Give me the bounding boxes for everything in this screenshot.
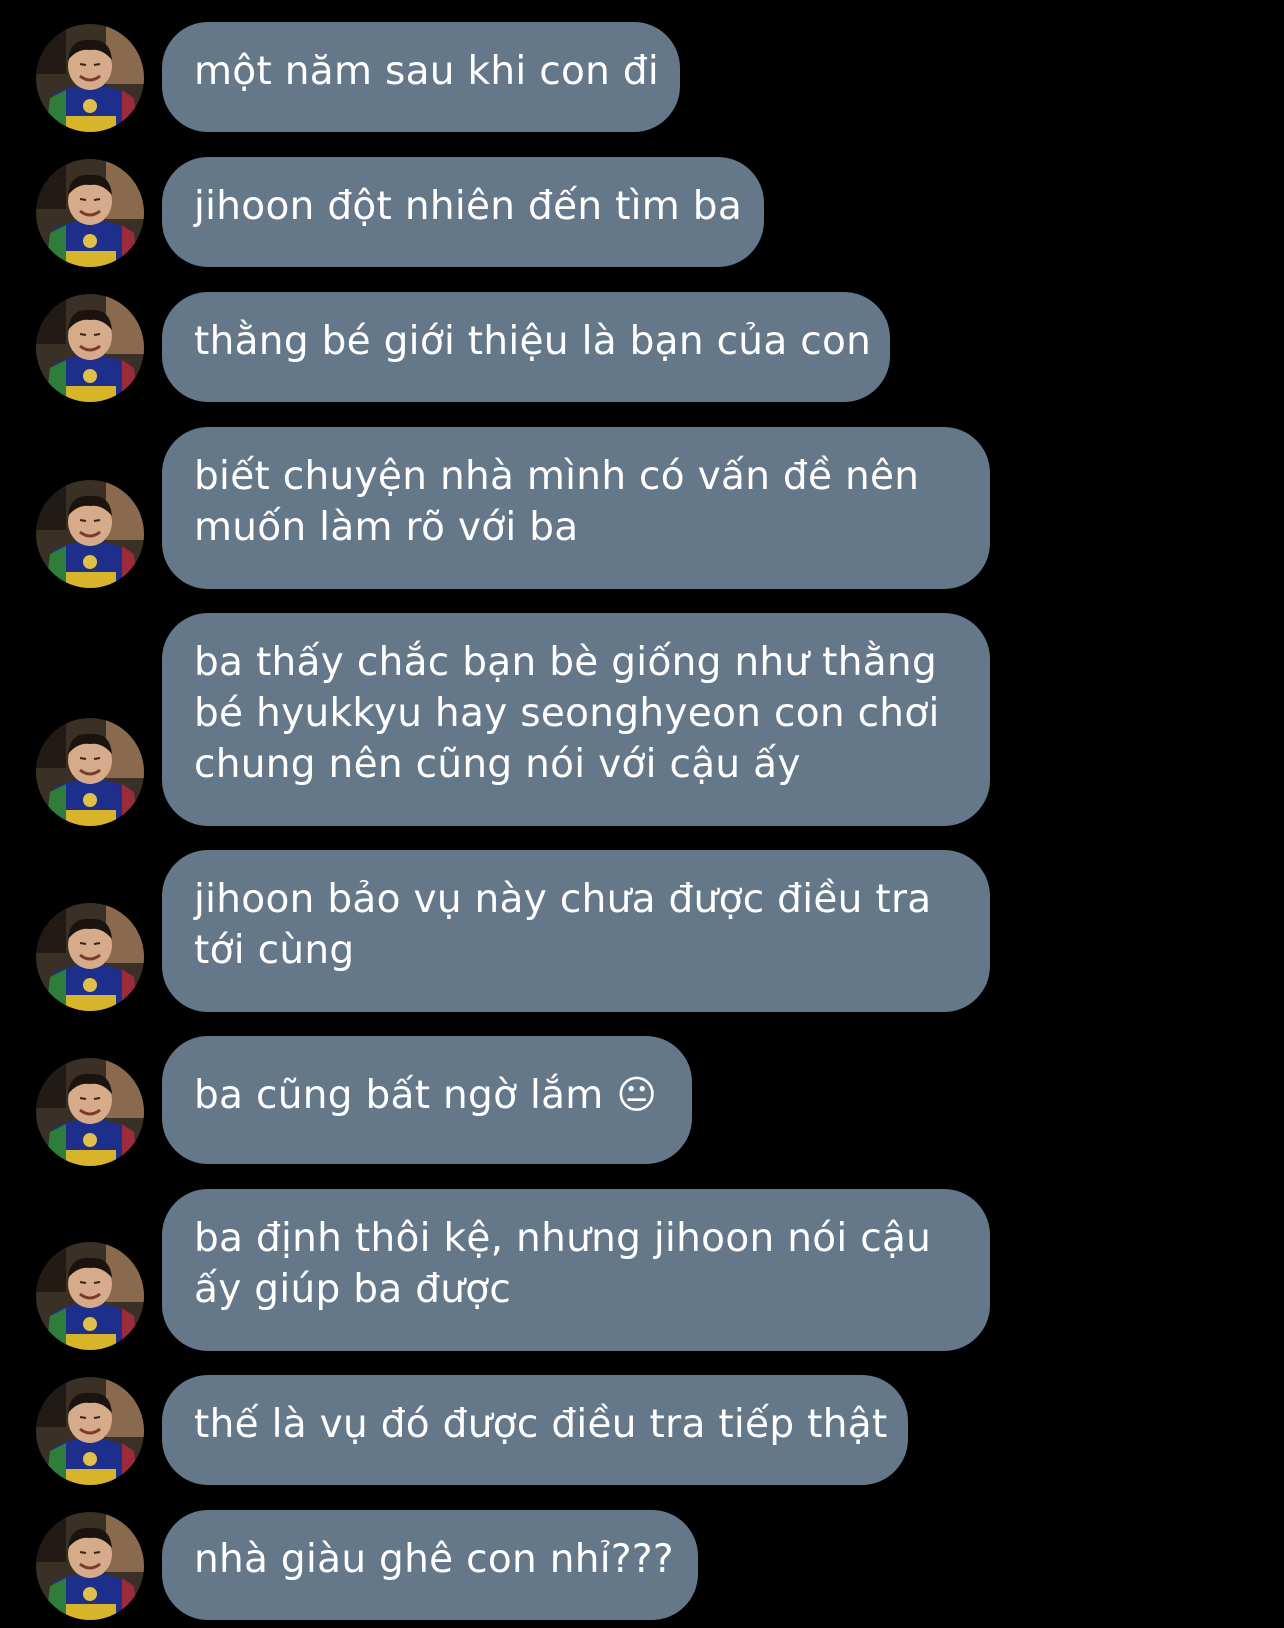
message-text: jihoon đột nhiên đến tìm ba (194, 184, 743, 229)
message-bubble[interactable]: ba định thôi kệ, nhưng jihoon nói cậu ấy… (162, 1189, 990, 1351)
child-photo-avatar-icon (36, 1512, 144, 1620)
message-text: ba định thôi kệ, nhưng jihoon nói cậu (194, 1216, 932, 1261)
chat-thread: một năm sau khi con đi jihoon đột nhiên … (0, 0, 1284, 1628)
message-text: nhà giàu ghê con nhỉ??? (194, 1537, 674, 1582)
child-photo-avatar-icon (36, 1058, 144, 1166)
message-text: ấy giúp ba được (194, 1267, 512, 1312)
message-bubble[interactable]: thế là vụ đó được điều tra tiếp thật (162, 1375, 908, 1485)
avatar[interactable] (36, 1058, 144, 1166)
message-text: ba cũng bất ngờ lắm 😐 (194, 1073, 658, 1118)
avatar[interactable] (36, 24, 144, 132)
avatar[interactable] (36, 1512, 144, 1620)
message-text: jihoon bảo vụ này chưa được điều tra (194, 877, 932, 922)
message-bubble[interactable]: ba thấy chắc bạn bè giống như thằng bé h… (162, 613, 990, 826)
child-photo-avatar-icon (36, 24, 144, 132)
child-photo-avatar-icon (36, 1377, 144, 1485)
message-bubble[interactable]: jihoon bảo vụ này chưa được điều tra tới… (162, 850, 990, 1012)
message-bubble[interactable]: thằng bé giới thiệu là bạn của con (162, 292, 890, 402)
message-text: thằng bé giới thiệu là bạn của con (194, 319, 872, 364)
message-text: một năm sau khi con đi (194, 49, 660, 94)
avatar[interactable] (36, 294, 144, 402)
avatar[interactable] (36, 159, 144, 267)
message-text: biết chuyện nhà mình có vấn đề nên (194, 454, 920, 499)
message-text: tới cùng (194, 928, 355, 973)
message-text: ba thấy chắc bạn bè giống như thằng (194, 640, 938, 685)
message-bubble[interactable]: jihoon đột nhiên đến tìm ba (162, 157, 764, 267)
avatar[interactable] (36, 718, 144, 826)
message-bubble[interactable]: nhà giàu ghê con nhỉ??? (162, 1510, 698, 1620)
avatar[interactable] (36, 1242, 144, 1350)
child-photo-avatar-icon (36, 294, 144, 402)
child-photo-avatar-icon (36, 718, 144, 826)
avatar[interactable] (36, 480, 144, 588)
avatar[interactable] (36, 903, 144, 1011)
message-bubble[interactable]: biết chuyện nhà mình có vấn đề nên muốn … (162, 427, 990, 589)
message-text: bé hyukkyu hay seonghyeon con chơi (194, 691, 940, 736)
avatar[interactable] (36, 1377, 144, 1485)
message-text: thế là vụ đó được điều tra tiếp thật (194, 1402, 888, 1447)
child-photo-avatar-icon (36, 1242, 144, 1350)
child-photo-avatar-icon (36, 480, 144, 588)
message-bubble[interactable]: ba cũng bất ngờ lắm 😐 (162, 1036, 692, 1164)
child-photo-avatar-icon (36, 159, 144, 267)
message-bubble[interactable]: một năm sau khi con đi (162, 22, 680, 132)
message-text: muốn làm rõ với ba (194, 505, 579, 550)
message-text: chung nên cũng nói với cậu ấy (194, 742, 801, 787)
child-photo-avatar-icon (36, 903, 144, 1011)
